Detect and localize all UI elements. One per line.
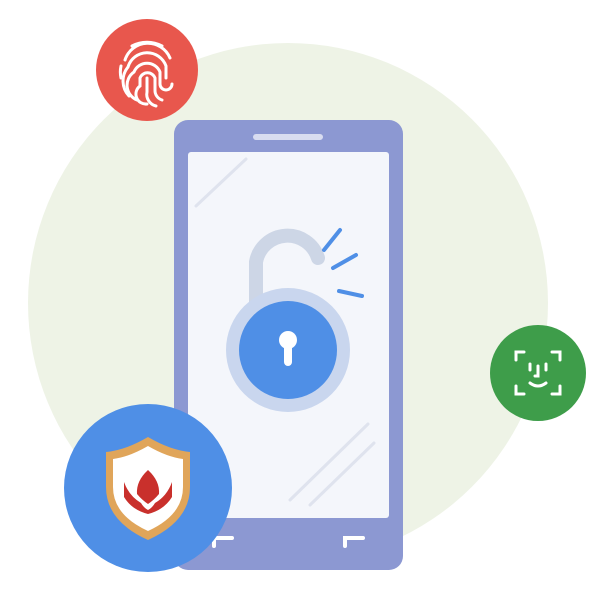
keyhole-stem <box>284 340 292 366</box>
phone-speaker <box>253 134 323 140</box>
face-id-badge <box>490 325 586 421</box>
security-illustration <box>28 19 586 572</box>
fingerprint-badge <box>96 19 198 121</box>
shield-badge <box>64 404 232 572</box>
